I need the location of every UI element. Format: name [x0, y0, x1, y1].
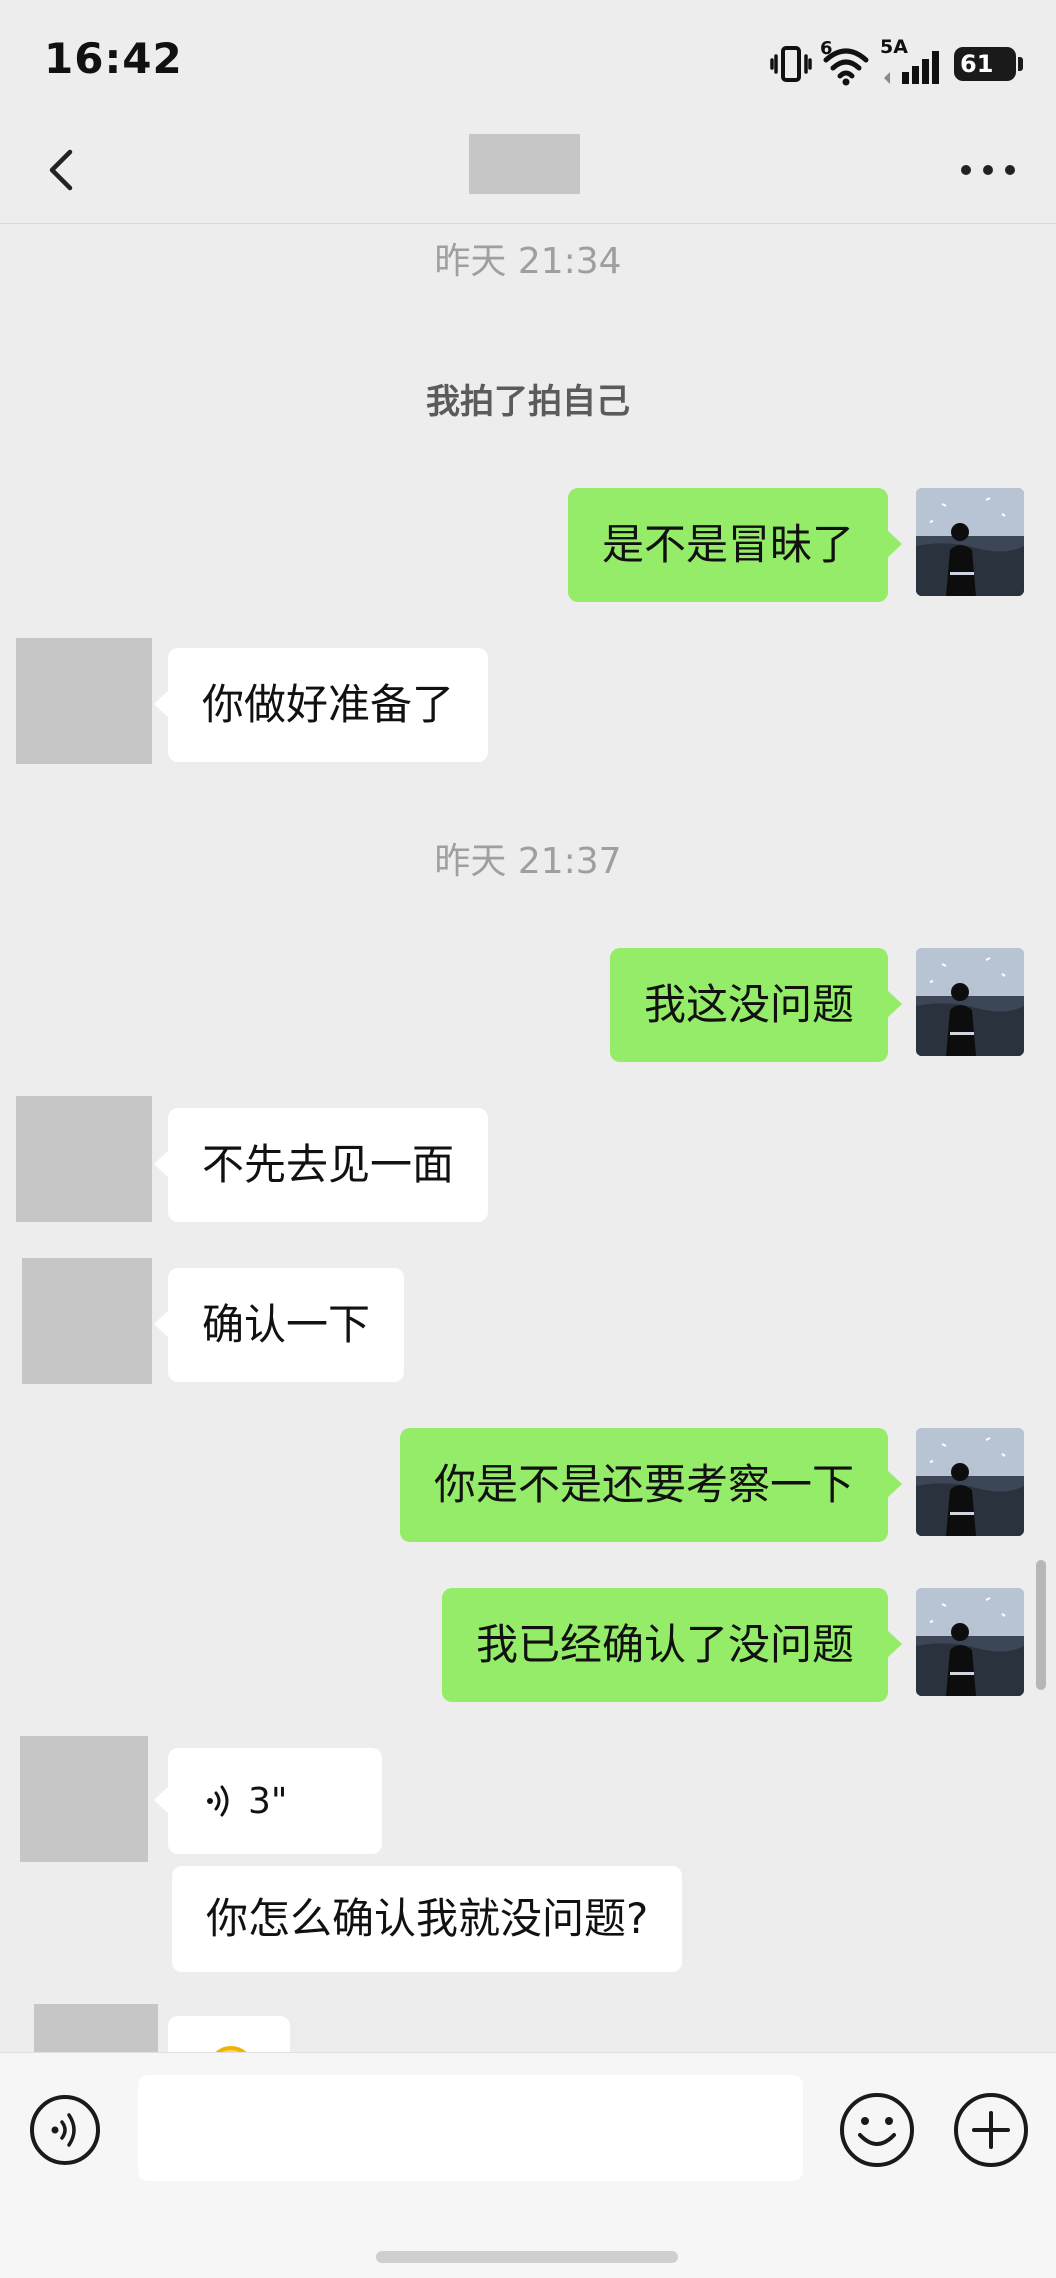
vibrate-icon: [770, 46, 812, 82]
battery-icon: 61: [954, 47, 1023, 81]
cellular-indicator: 5A: [880, 36, 946, 86]
back-button[interactable]: [36, 138, 100, 202]
chat-header: [0, 120, 1056, 224]
voice-wave-icon: [207, 1785, 229, 1817]
timestamp: 昨天 21:34: [434, 241, 622, 282]
status-time: 16:42: [44, 34, 183, 83]
sent-message-bubble[interactable]: 是不是冒昧了: [567, 488, 903, 602]
message-input[interactable]: [138, 2075, 803, 2181]
scrollbar-thumb[interactable]: [1036, 1560, 1046, 1690]
voice-message-bubble[interactable]: 3": [154, 1748, 382, 1854]
self-avatar[interactable]: [916, 948, 1024, 1056]
chevron-left-icon: [49, 149, 73, 191]
wifi-icon: [823, 48, 869, 86]
avatar-image: [916, 488, 1024, 596]
received-message-bubble[interactable]: 你怎么确认我就没问题?: [172, 1866, 683, 1972]
sent-message-bubble[interactable]: 我这没问题: [609, 948, 903, 1062]
self-avatar[interactable]: [916, 1588, 1024, 1696]
emoji-button[interactable]: [838, 2091, 916, 2169]
status-icons: 6 5A 61: [770, 36, 1023, 88]
contact-avatar[interactable]: [20, 1736, 148, 1862]
input-bar: [0, 2052, 1056, 2278]
more-dots-icon: [961, 165, 1015, 175]
received-message-bubble[interactable]: 不先去见一面: [153, 1108, 489, 1222]
self-avatar[interactable]: [916, 1428, 1024, 1536]
wifi-indicator: 6: [820, 38, 872, 86]
more-actions-button[interactable]: [952, 2091, 1030, 2169]
avatar-image: [916, 948, 1024, 1056]
contact-name-redacted: [469, 134, 580, 194]
received-emoji-bubble[interactable]: [168, 2016, 290, 2052]
smiley-icon: [840, 2093, 914, 2167]
status-bar: 16:42 6 5A 61: [0, 0, 1056, 120]
self-avatar[interactable]: [916, 488, 1024, 596]
signal-icon: [884, 51, 939, 84]
more-button[interactable]: [956, 138, 1020, 202]
system-message: 我拍了拍自己: [426, 382, 630, 422]
timestamp: 昨天 21:37: [434, 841, 622, 882]
avatar-image: [916, 1428, 1024, 1536]
contact-avatar[interactable]: [16, 1096, 152, 1222]
contact-avatar[interactable]: [34, 2004, 158, 2052]
contact-avatar[interactable]: [16, 638, 152, 764]
contact-avatar[interactable]: [22, 1258, 152, 1384]
voice-duration: 3": [248, 1780, 288, 1822]
received-message-bubble[interactable]: 确认一下: [153, 1268, 405, 1382]
avatar-image: [916, 1588, 1024, 1696]
sent-message-bubble[interactable]: 我已经确认了没问题: [441, 1588, 903, 1702]
voice-icon: [30, 2095, 100, 2165]
received-message-bubble[interactable]: 你做好准备了: [153, 648, 489, 762]
message-list[interactable]: 昨天 21:34 我拍了拍自己 是不是冒昧了 你做好准备了 昨天 21:37 我…: [0, 224, 1056, 2052]
voice-toggle-button[interactable]: [28, 2093, 102, 2167]
plus-circle-icon: [954, 2093, 1028, 2167]
sent-message-bubble[interactable]: 你是不是还要考察一下: [399, 1428, 903, 1542]
battery-level: 61: [960, 50, 994, 78]
home-indicator[interactable]: [376, 2251, 678, 2263]
